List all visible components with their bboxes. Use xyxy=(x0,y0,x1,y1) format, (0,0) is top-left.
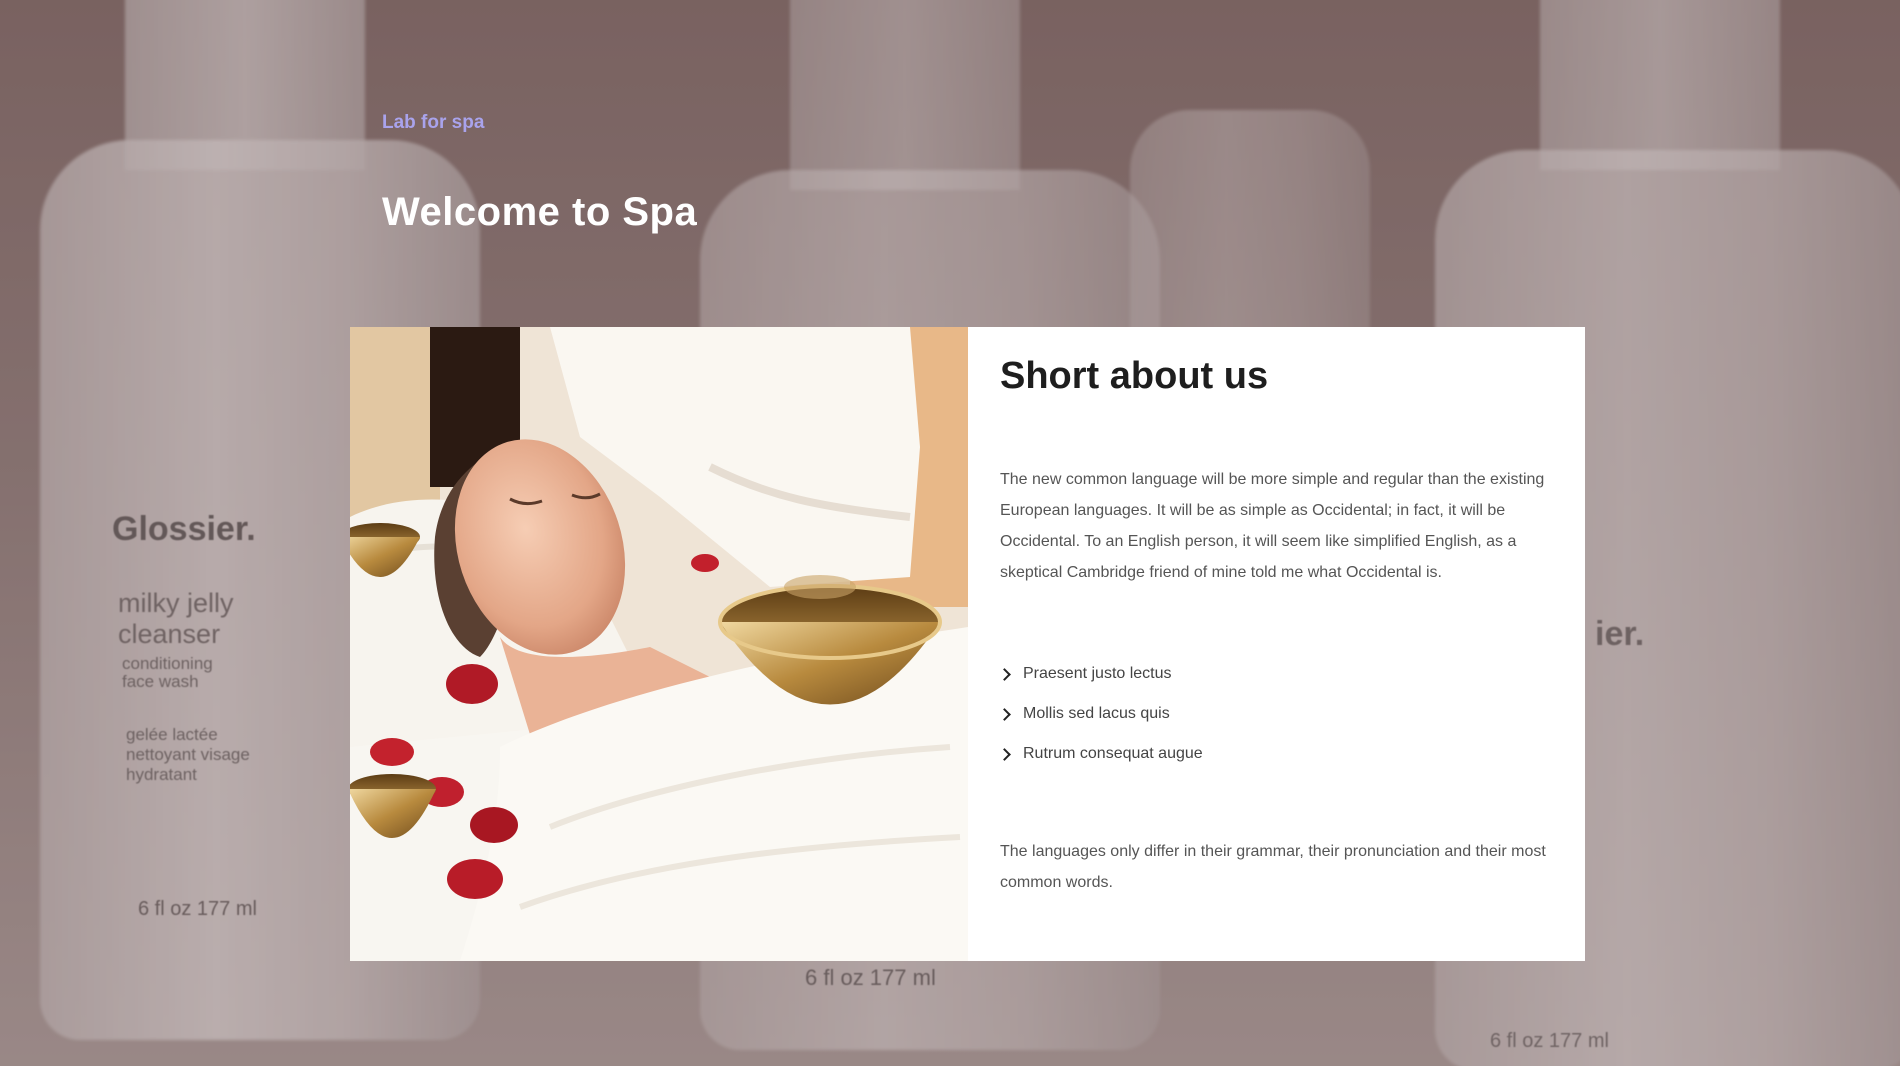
spa-massage-photo xyxy=(350,327,968,961)
feature-item: Praesent justo lectus xyxy=(998,654,1549,694)
feature-list: Praesent justo lectus Mollis sed lacus q… xyxy=(998,654,1549,774)
about-paragraph-secondary: The languages only differ in their gramm… xyxy=(1000,843,1546,891)
feature-item: Mollis sed lacus quis xyxy=(998,694,1549,734)
feature-item-label: Rutrum consequat augue xyxy=(1023,745,1203,762)
chevron-right-icon xyxy=(998,667,1011,681)
about-content: Short about us The new common language w… xyxy=(968,327,1585,961)
feature-item-label: Mollis sed lacus quis xyxy=(1023,705,1170,722)
chevron-right-icon xyxy=(998,707,1011,721)
hero-title: Welcome to Spa xyxy=(382,190,698,234)
feature-item: Rutrum consequat augue xyxy=(998,734,1549,774)
about-paragraph: The new common language will be more sim… xyxy=(1000,471,1545,581)
about-title: Short about us xyxy=(1000,355,1269,397)
chevron-right-icon xyxy=(998,747,1011,761)
about-card: Short about us The new common language w… xyxy=(350,327,1585,961)
spa-photo-illustration xyxy=(350,327,968,961)
hero-eyebrow: Lab for spa xyxy=(382,112,485,133)
feature-item-label: Praesent justo lectus xyxy=(1023,665,1172,682)
